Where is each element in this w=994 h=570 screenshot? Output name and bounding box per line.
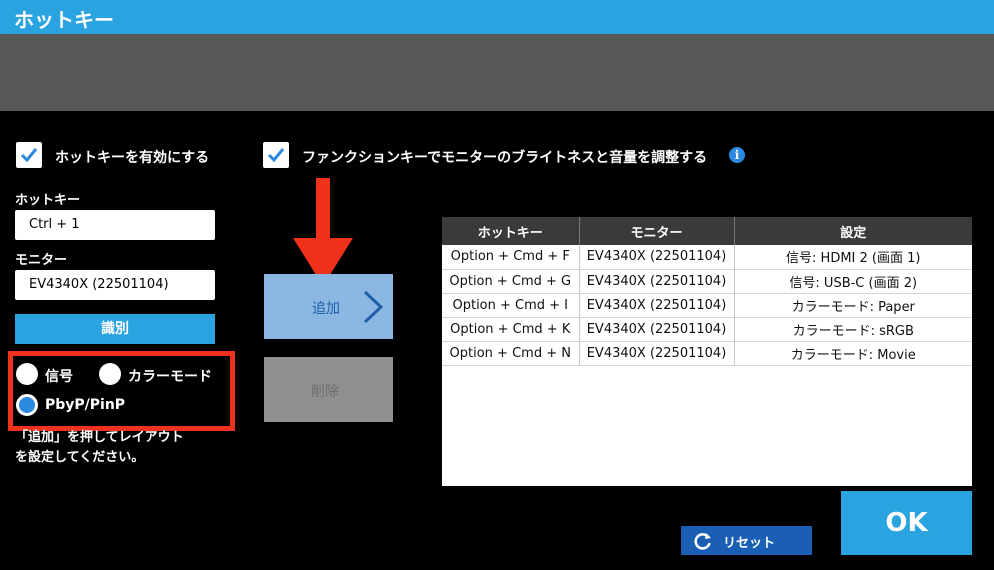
highlight-box [8,351,235,431]
cell-hotkey: Option + Cmd + F [442,245,580,270]
delete-button-label: 削除 [311,384,339,400]
ok-button[interactable]: OK [841,491,972,555]
function-key-checkbox[interactable] [263,142,289,168]
radio-color-mode-label: カラーモード [128,369,212,385]
checkmark-icon [20,148,38,163]
radio-signal[interactable] [16,363,38,385]
table-row[interactable]: Option + Cmd + F EV4340X (22501104) 信号: … [442,245,972,270]
reset-button[interactable]: リセット [681,526,812,555]
header-banner [0,34,994,111]
cell-monitor: EV4340X (22501104) [579,341,735,366]
monitor-field-label: モニター [15,253,68,268]
cell-monitor: EV4340X (22501104) [579,269,735,294]
cell-setting: カラーモード: Paper [734,293,972,318]
instruction-line-2: を設定してください。 [15,450,145,465]
cell-monitor: EV4340X (22501104) [579,245,735,270]
table-header-row: ホットキー モニター 設定 [442,217,972,245]
reset-button-label: リセット [723,536,776,551]
identify-button[interactable]: 識別 [15,314,215,344]
instruction-line-1: 「追加」を押してレイアウト [15,430,184,445]
enable-hotkey-label: ホットキーを有効にする [55,150,210,166]
function-key-label: ファンクションキーでモニターのブライトネスと音量を調整する [302,150,708,166]
enable-hotkey-checkbox[interactable] [16,142,42,168]
table-row[interactable]: Option + Cmd + K EV4340X (22501104) カラーモ… [442,317,972,342]
radio-signal-label: 信号 [45,369,73,385]
cell-setting: カラーモード: Movie [734,341,972,366]
hotkey-field-label: ホットキー [15,193,81,208]
title-bar: ホットキー [0,0,994,34]
column-header-monitor: モニター [579,217,735,245]
refresh-icon [694,533,711,550]
table-row[interactable]: Option + Cmd + N EV4340X (22501104) カラーモ… [442,341,972,366]
cell-setting: 信号: HDMI 2 (画面 1) [734,245,972,270]
red-arrow-down [316,178,330,240]
chevron-right-icon [363,290,384,324]
radio-pbyp-pinp[interactable] [16,394,38,416]
cell-hotkey: Option + Cmd + I [442,293,580,318]
add-button[interactable]: 追加 [264,274,393,339]
table-row[interactable]: Option + Cmd + G EV4340X (22501104) 信号: … [442,269,972,294]
cell-hotkey: Option + Cmd + N [442,341,580,366]
hotkey-table: ホットキー モニター 設定 Option + Cmd + F EV4340X (… [442,217,972,486]
column-header-hotkey: ホットキー [442,217,580,245]
cell-monitor: EV4340X (22501104) [579,293,735,318]
delete-button[interactable]: 削除 [264,357,393,422]
cell-hotkey: Option + Cmd + K [442,317,580,342]
table-row[interactable]: Option + Cmd + I EV4340X (22501104) カラーモ… [442,293,972,318]
instruction-note: 「追加」を押してレイアウト を設定してください。 [15,428,225,468]
column-header-setting: 設定 [734,217,972,245]
cell-setting: カラーモード: sRGB [734,317,972,342]
add-button-label: 追加 [312,301,340,317]
checkmark-icon [267,148,285,163]
cell-hotkey: Option + Cmd + G [442,269,580,294]
cell-setting: 信号: USB-C (画面 2) [734,269,972,294]
cell-monitor: EV4340X (22501104) [579,317,735,342]
monitor-select[interactable]: EV4340X (22501104) [15,270,215,300]
radio-color-mode[interactable] [99,363,121,385]
info-icon[interactable]: i [729,147,745,163]
radio-pbyp-pinp-label: PbyP/PinP [45,397,126,413]
window-title: ホットキー [14,8,114,32]
hotkey-input[interactable]: Ctrl + 1 [15,210,215,240]
